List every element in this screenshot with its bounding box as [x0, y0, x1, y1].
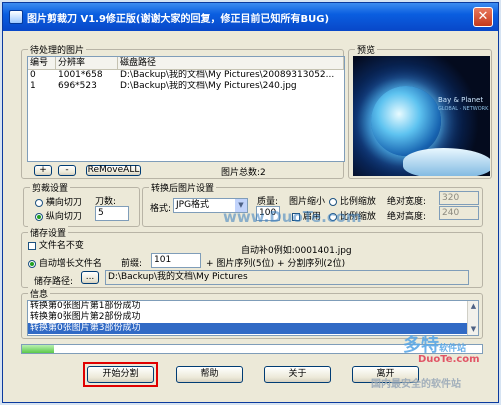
abs-height-label: 绝对高度:	[387, 212, 427, 222]
scroll-up-icon[interactable]: ▲	[468, 301, 478, 312]
auto-increment-radio[interactable]: 自动增长文件名	[28, 256, 102, 269]
item-resolution: 696*523	[58, 81, 97, 91]
knife-count-input[interactable]: 5	[95, 206, 129, 221]
image-list-header: 编号 分辨率 磁盘路径	[28, 57, 344, 70]
progress-fill	[22, 345, 55, 353]
remove-all-button[interactable]: ReMoveALL	[86, 165, 141, 176]
hand-graphic	[403, 148, 490, 176]
abs-width-input[interactable]: 320	[439, 191, 479, 205]
duote-logo-text: 多特	[403, 335, 439, 356]
preview-brand-sub: GLOBAL · NETWORK	[438, 106, 489, 112]
help-button[interactable]: 帮助	[176, 366, 243, 383]
abs-width-label: 绝对宽度:	[387, 197, 427, 207]
radio-icon	[329, 197, 337, 206]
app-icon	[9, 10, 23, 24]
ratio-scale-label-1: 比例缩放	[339, 197, 376, 207]
info-scrollbar[interactable]: ▲ ▼	[467, 301, 478, 335]
ratio-scale-radio-1[interactable]: 比例缩放	[329, 194, 376, 207]
auto-pad-example: 自动补0例如:0001401.jpg	[241, 246, 352, 256]
sequence-format-text: + 图片序列(5位) + 分割序列(2位)	[206, 259, 346, 269]
duote-logo-sub: 软件站	[439, 344, 467, 354]
start-split-button[interactable]: 开始分割	[87, 366, 154, 383]
image-list[interactable]: 编号 分辨率 磁盘路径 0 1001*658 D:\Backup\我的文档\My…	[27, 56, 345, 162]
item-id: 1	[30, 81, 36, 91]
format-select-value: JPG格式	[176, 200, 210, 210]
checkbox-icon	[28, 241, 36, 250]
item-path: D:\Backup\我的文档\My Pictures\240.jpg	[120, 81, 297, 91]
radio-selected-icon	[28, 259, 36, 268]
preview-legend: 预览	[355, 43, 378, 56]
crop-settings-legend: 剪裁设置	[30, 181, 71, 194]
title-bar[interactable]: 图片剪裁刀 V1.9修正版(谢谢大家的回复，修正目前已知所有BUG) ✕	[3, 3, 498, 31]
format-label: 格式:	[150, 204, 172, 214]
log-line[interactable]: 转换第0张图片第1部份成功	[28, 301, 478, 312]
list-item[interactable]: 1 696*523 D:\Backup\我的文档\My Pictures\240…	[28, 81, 344, 92]
add-image-button[interactable]: +	[34, 165, 52, 176]
convert-settings-legend: 转换后图片设置	[149, 181, 217, 194]
column-header-path[interactable]: 磁盘路径	[118, 57, 344, 69]
info-legend: 信息	[28, 287, 51, 300]
preview-image: Bay & Planet GLOBAL · NETWORK	[353, 56, 490, 176]
remove-image-button[interactable]: -	[58, 165, 76, 176]
globe-graphic	[371, 86, 441, 156]
filename-unchanged-checkbox[interactable]: 文件名不变	[28, 238, 84, 251]
pending-images-legend: 待处理的图片	[28, 43, 87, 56]
scroll-down-icon[interactable]: ▼	[468, 324, 478, 335]
preview-brand: Bay & Planet	[438, 96, 484, 104]
item-id: 0	[30, 70, 36, 80]
prefix-input[interactable]: 101	[151, 253, 201, 268]
duote-slogan-watermark: 国内最安全的软件站	[371, 379, 461, 390]
vertical-crop-label: 纵向切刀	[45, 212, 82, 222]
item-path: D:\Backup\我的文档\My Pictures\20089313052..…	[120, 70, 335, 80]
column-header-resolution[interactable]: 分辨率	[56, 57, 118, 69]
duote-center-watermark: www.DuoTe.com	[223, 208, 362, 226]
column-header-id[interactable]: 编号	[28, 57, 56, 69]
storage-path-input[interactable]: D:\Backup\我的文档\My Pictures	[105, 270, 469, 285]
log-line[interactable]: 转换第0张图片第2部份成功	[28, 312, 478, 323]
about-button[interactable]: 关于	[264, 366, 331, 383]
item-resolution: 1001*658	[58, 70, 103, 80]
image-total-label: 图片总数:2	[221, 168, 266, 178]
browse-path-button[interactable]: ...	[81, 271, 99, 284]
filename-unchanged-label: 文件名不变	[38, 241, 84, 251]
radio-icon	[35, 198, 43, 207]
prefix-label: 前缀:	[121, 259, 143, 269]
close-button[interactable]: ✕	[473, 7, 493, 27]
vertical-crop-radio[interactable]: 纵向切刀	[35, 209, 82, 222]
storage-path-label: 储存路径:	[34, 277, 74, 287]
list-item[interactable]: 0 1001*658 D:\Backup\我的文档\My Pictures\20…	[28, 70, 344, 81]
window-title: 图片剪裁刀 V1.9修正版(谢谢大家的回复，修正目前已知所有BUG)	[27, 13, 330, 25]
horizontal-crop-label: 横向切刀	[45, 198, 82, 208]
shrink-label: 图片缩小	[289, 197, 326, 207]
app-window: 图片剪裁刀 V1.9修正版(谢谢大家的回复，修正目前已知所有BUG) ✕ 待处理…	[2, 2, 499, 403]
duote-url-watermark: DuoTe.com	[418, 354, 480, 365]
auto-increment-label: 自动增长文件名	[38, 259, 102, 269]
horizontal-crop-radio[interactable]: 横向切刀	[35, 195, 82, 208]
radio-selected-icon	[35, 212, 43, 221]
abs-height-input[interactable]: 240	[439, 206, 479, 220]
